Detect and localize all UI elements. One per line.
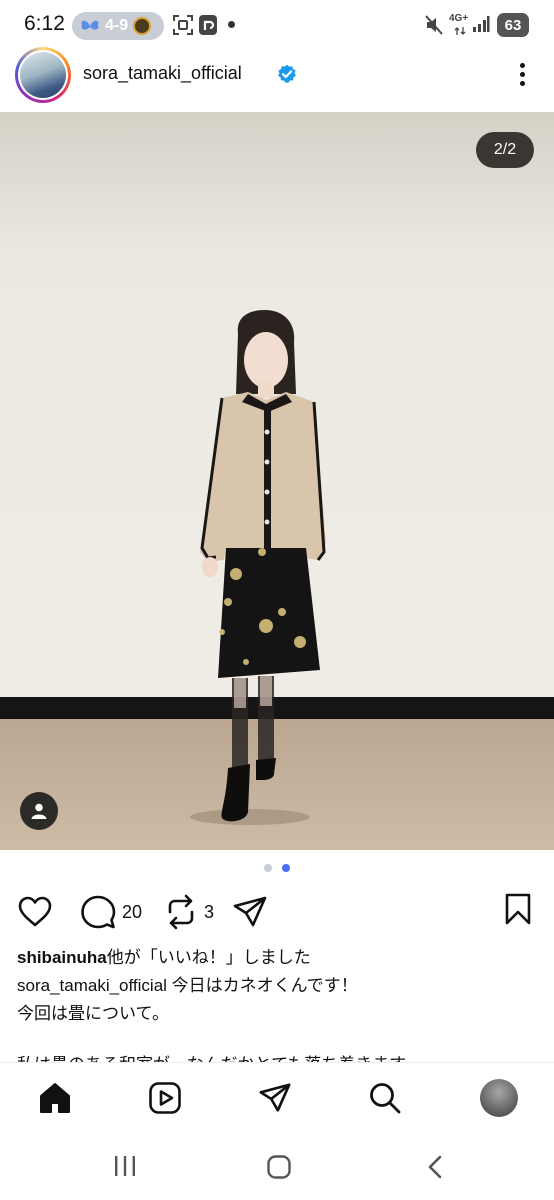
carousel-indicator: [262, 864, 292, 872]
caption-author[interactable]: sora_tamaki_official: [17, 976, 167, 995]
status-bar: 6:12 4-9 4G+ 63: [0, 0, 554, 52]
system-navigation: [0, 1132, 554, 1200]
battery-indicator: 63: [497, 13, 529, 37]
caption-text-1: 今日はカネオくんです！: [166, 976, 358, 995]
status-pill: 4-9: [72, 12, 164, 40]
search-icon: [370, 1083, 401, 1114]
story-ring[interactable]: [15, 47, 71, 103]
heart-icon[interactable]: [17, 894, 53, 930]
signal-icon: [473, 16, 490, 32]
screenshot-icon: [173, 15, 193, 35]
carousel-dot-2-active: [282, 864, 290, 872]
liked-by-user[interactable]: shibainuha: [17, 948, 107, 967]
network-type: 4G+: [449, 13, 469, 24]
send-icon[interactable]: [232, 894, 268, 930]
caption-line-2: 今回は畳について。: [17, 1004, 169, 1023]
bookmark-icon[interactable]: [504, 892, 532, 926]
comment-count[interactable]: 20: [122, 902, 142, 923]
team-badge-icon: [133, 17, 152, 35]
nav-reels[interactable]: [148, 1081, 182, 1115]
post-photo[interactable]: [0, 112, 554, 850]
back-icon[interactable]: [424, 1154, 446, 1180]
post-header: sora_tamaki_official: [0, 46, 554, 108]
post-caption: shibainuha他が「いいね！」しました sora_tamaki_offic…: [17, 944, 537, 1028]
status-pill-text: 4-9: [105, 17, 129, 34]
liked-by-line[interactable]: shibainuha他が「いいね！」しました: [17, 944, 537, 972]
caption-line-1: sora_tamaki_official 今日はカネオくんです！: [17, 972, 537, 1000]
app-notification-icon: [199, 15, 217, 35]
comment-icon[interactable]: [80, 894, 116, 930]
post-username[interactable]: sora_tamaki_official: [83, 63, 242, 84]
tagged-people-button[interactable]: [20, 792, 58, 830]
notification-dot: [228, 21, 235, 28]
repost-count[interactable]: 3: [204, 902, 214, 923]
verified-badge-icon: [278, 64, 296, 83]
image-counter: 2/2: [476, 132, 534, 168]
repost-icon[interactable]: [164, 894, 198, 930]
bottom-navigation: [0, 1062, 554, 1132]
carousel-dot-1: [264, 864, 272, 872]
post-actions: 20 3: [0, 890, 554, 934]
profile-avatar[interactable]: [480, 1079, 518, 1117]
home-button-icon[interactable]: [266, 1154, 292, 1180]
nav-home[interactable]: [38, 1081, 72, 1115]
data-arrows-icon: [454, 27, 466, 35]
recent-apps-icon[interactable]: [112, 1154, 138, 1178]
home-icon: [40, 1083, 70, 1113]
person-icon: [31, 803, 47, 819]
nav-messages[interactable]: [258, 1081, 292, 1115]
photo-illustration: [0, 112, 554, 850]
mute-icon: [425, 15, 443, 35]
send-icon: [259, 1083, 291, 1112]
nav-search[interactable]: [368, 1081, 402, 1115]
liked-by-suffix: 他が「いいね！」しました: [106, 948, 311, 967]
butterfly-icon: [81, 20, 99, 30]
more-options-icon[interactable]: [510, 58, 534, 90]
status-time: 6:12: [24, 12, 65, 35]
profile-avatar[interactable]: [20, 52, 66, 98]
reels-icon: [149, 1082, 181, 1114]
